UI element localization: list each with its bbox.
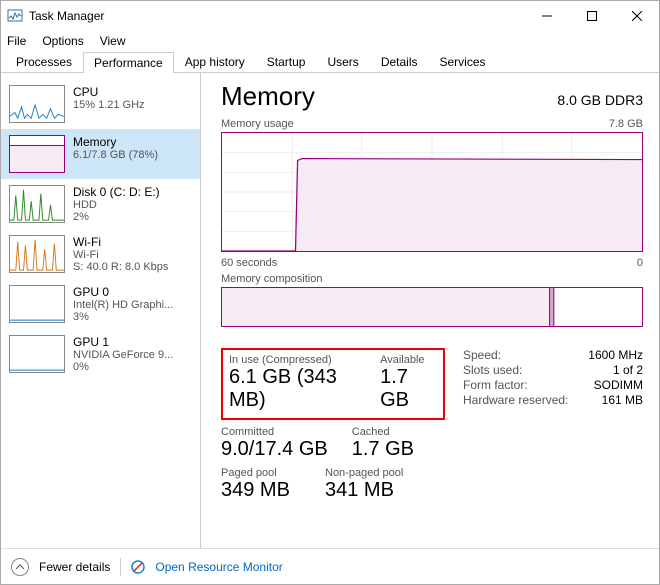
- close-icon: [632, 11, 642, 21]
- sidebar-item-wifi[interactable]: Wi-Fi Wi-Fi S: 40.0 R: 8.0 Kbps: [1, 229, 200, 279]
- stats-area: In use (Compressed) 6.1 GB (343 MB) Avai…: [221, 348, 643, 502]
- composition-label: Memory composition: [221, 273, 322, 285]
- tab-services[interactable]: Services: [429, 51, 497, 72]
- cpu-thumb-icon: [9, 85, 65, 123]
- sidebar-item-label: Wi-Fi: [73, 235, 168, 249]
- sidebar-item-label: GPU 0: [73, 285, 173, 299]
- memory-composition-graph[interactable]: [221, 287, 643, 327]
- tab-startup[interactable]: Startup: [256, 51, 317, 72]
- sidebar-item-sub2: S: 40.0 R: 8.0 Kbps: [73, 261, 168, 273]
- sidebar-item-disk[interactable]: Disk 0 (C: D: E:) HDD 2%: [1, 179, 200, 229]
- page-title: Memory: [221, 81, 315, 112]
- sidebar-item-label: Disk 0 (C: D: E:): [73, 185, 160, 199]
- sidebar-item-sub: Intel(R) HD Graphi...: [73, 299, 173, 311]
- memory-usage-graph[interactable]: [221, 132, 643, 252]
- gpu1-thumb-icon: [9, 335, 65, 373]
- chevron-up-icon[interactable]: [11, 558, 29, 576]
- memory-thumb-icon: [9, 135, 65, 173]
- close-button[interactable]: [614, 1, 659, 31]
- hwreserved-value: 161 MB: [602, 393, 643, 407]
- sidebar-item-gpu1[interactable]: GPU 1 NVIDIA GeForce 9... 0%: [1, 329, 200, 379]
- sidebar-item-sub2: 0%: [73, 361, 173, 373]
- main-panel: Memory 8.0 GB DDR3 Memory usage 7.8 GB 6…: [201, 73, 659, 548]
- disk-thumb-icon: [9, 185, 65, 223]
- available-value: 1.7 GB: [380, 366, 437, 412]
- window-title: Task Manager: [29, 9, 104, 23]
- sidebar-item-label: CPU: [73, 85, 145, 99]
- cached-value: 1.7 GB: [352, 438, 432, 461]
- form-key: Form factor:: [463, 378, 528, 392]
- footer-divider: [120, 558, 121, 576]
- menu-file[interactable]: File: [7, 34, 26, 48]
- tab-details[interactable]: Details: [370, 51, 429, 72]
- minimize-icon: [542, 11, 552, 21]
- sidebar-item-label: GPU 1: [73, 335, 173, 349]
- paged-value: 349 MB: [221, 479, 301, 502]
- gpu0-thumb-icon: [9, 285, 65, 323]
- minimize-button[interactable]: [524, 1, 569, 31]
- committed-value: 9.0/17.4 GB: [221, 438, 328, 461]
- axis-right: 0: [637, 257, 643, 269]
- sidebar-item-gpu0[interactable]: GPU 0 Intel(R) HD Graphi... 3%: [1, 279, 200, 329]
- open-resource-monitor-link[interactable]: Open Resource Monitor: [155, 560, 282, 574]
- hwreserved-key: Hardware reserved:: [463, 393, 568, 407]
- form-value: SODIMM: [594, 378, 643, 392]
- available-label: Available: [380, 354, 437, 366]
- sidebar-item-cpu[interactable]: CPU 15% 1.21 GHz: [1, 79, 200, 129]
- cached-label: Cached: [352, 426, 432, 438]
- inuse-label: In use (Compressed): [229, 354, 366, 366]
- tab-processes[interactable]: Processes: [5, 51, 83, 72]
- menu-options[interactable]: Options: [42, 34, 83, 48]
- tabstrip: Processes Performance App history Startu…: [1, 51, 659, 73]
- tab-users[interactable]: Users: [316, 51, 369, 72]
- sidebar-item-sub: NVIDIA GeForce 9...: [73, 349, 173, 361]
- speed-value: 1600 MHz: [588, 348, 643, 362]
- maximize-button[interactable]: [569, 1, 614, 31]
- sidebar-item-sub2: 3%: [73, 311, 173, 323]
- menu-view[interactable]: View: [100, 34, 126, 48]
- usage-graph-max: 7.8 GB: [609, 118, 643, 130]
- footer: Fewer details Open Resource Monitor: [1, 548, 659, 584]
- menubar: File Options View: [1, 31, 659, 51]
- wifi-thumb-icon: [9, 235, 65, 273]
- tab-performance[interactable]: Performance: [83, 52, 174, 73]
- sidebar-item-sub: HDD: [73, 199, 160, 211]
- speed-key: Speed:: [463, 348, 501, 362]
- titlebar: Task Manager: [1, 1, 659, 31]
- sidebar-item-sub: 15% 1.21 GHz: [73, 99, 145, 111]
- sidebar-item-sub2: 2%: [73, 211, 160, 223]
- resource-monitor-icon: [131, 560, 145, 574]
- maximize-icon: [587, 11, 597, 21]
- slots-value: 1 of 2: [613, 363, 643, 377]
- nonpaged-value: 341 MB: [325, 479, 405, 502]
- slots-key: Slots used:: [463, 363, 522, 377]
- task-manager-icon: [7, 8, 23, 24]
- sidebar-item-memory[interactable]: Memory 6.1/7.8 GB (78%): [1, 129, 200, 179]
- sidebar-item-label: Memory: [73, 135, 158, 149]
- tab-app-history[interactable]: App history: [174, 51, 256, 72]
- paged-label: Paged pool: [221, 467, 301, 479]
- sidebar-item-sub: Wi-Fi: [73, 249, 168, 261]
- capacity-label: 8.0 GB DDR3: [557, 92, 643, 108]
- sidebar-item-sub: 6.1/7.8 GB (78%): [73, 149, 158, 161]
- committed-label: Committed: [221, 426, 328, 438]
- highlighted-stats: In use (Compressed) 6.1 GB (343 MB) Avai…: [221, 348, 445, 420]
- sidebar: CPU 15% 1.21 GHz Memory 6.1/7.8 GB (78%)…: [1, 73, 201, 548]
- fewer-details-link[interactable]: Fewer details: [39, 560, 110, 574]
- inuse-value: 6.1 GB (343 MB): [229, 366, 366, 412]
- nonpaged-label: Non-paged pool: [325, 467, 405, 479]
- content: CPU 15% 1.21 GHz Memory 6.1/7.8 GB (78%)…: [1, 73, 659, 548]
- usage-graph-label: Memory usage: [221, 118, 294, 130]
- axis-left: 60 seconds: [221, 257, 277, 269]
